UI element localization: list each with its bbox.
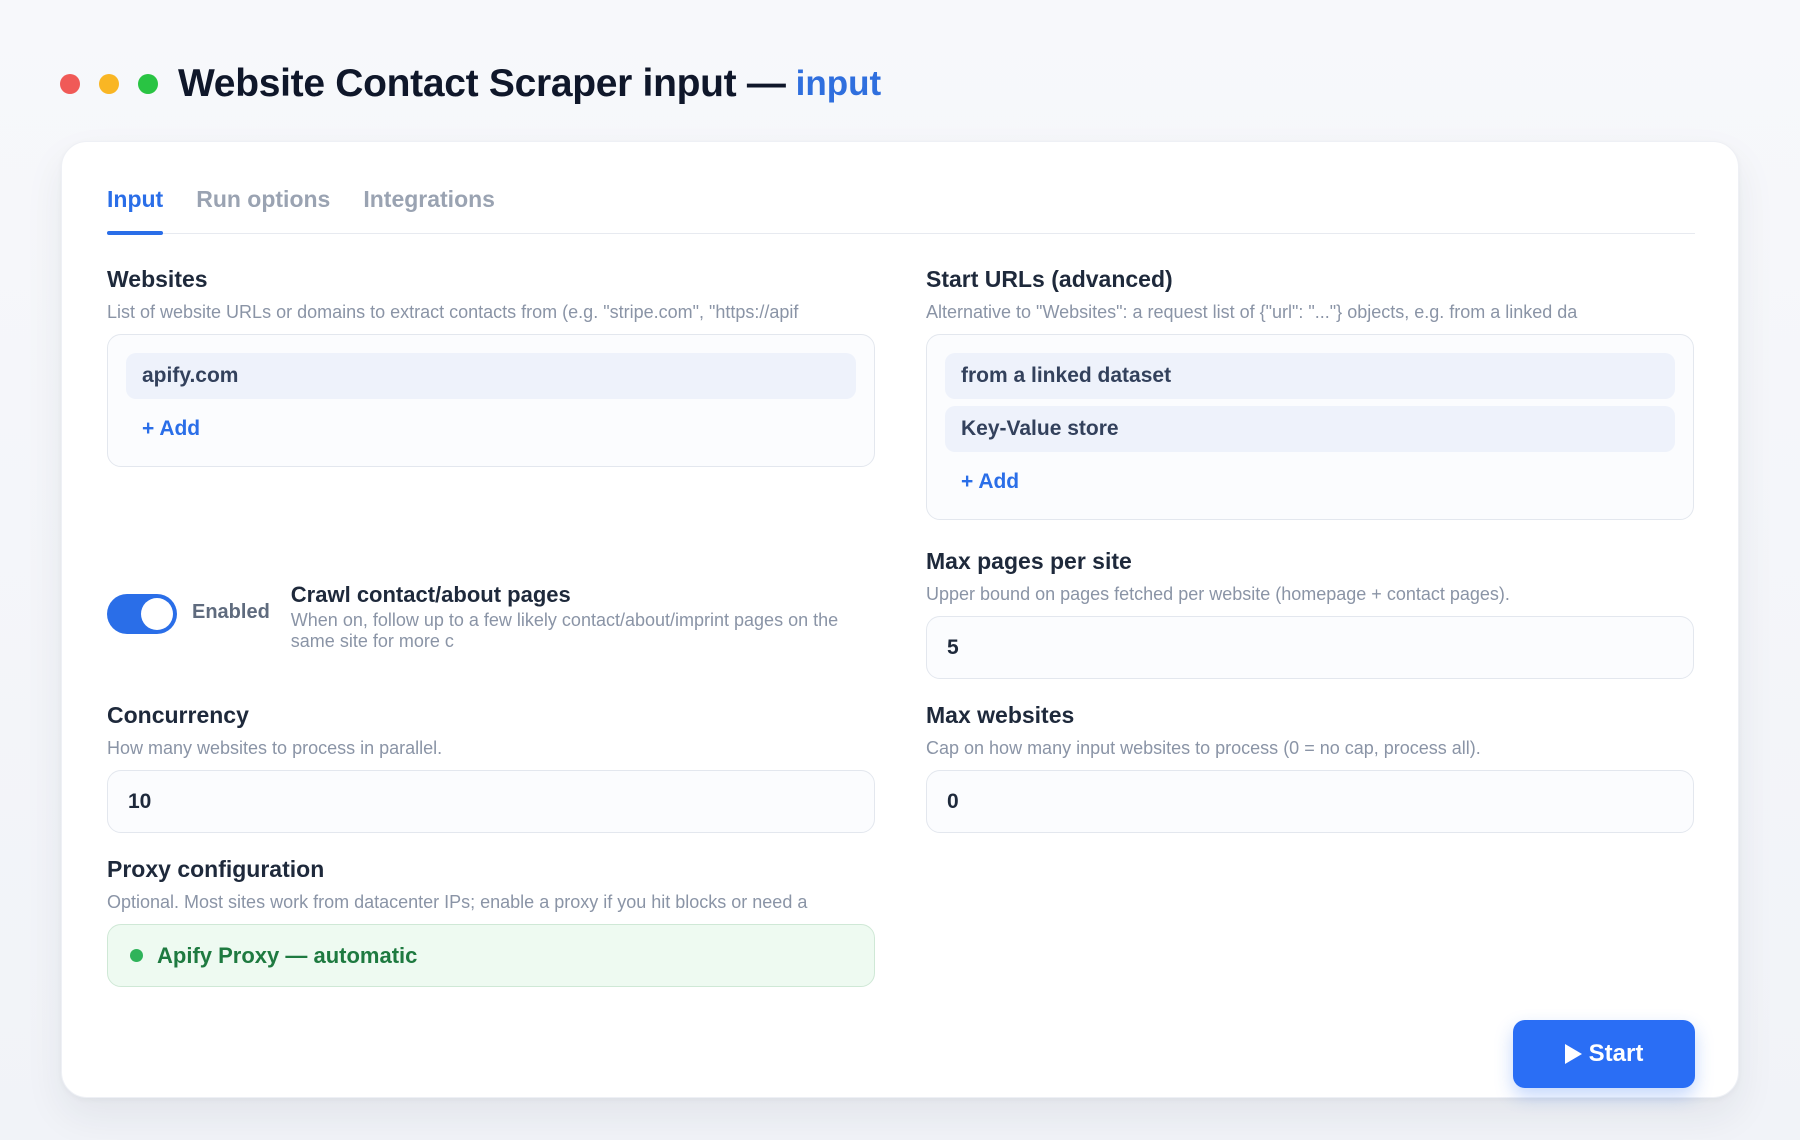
max-pages-label: Max pages per site — [926, 548, 1132, 574]
tab-integrations[interactable]: Integrations — [363, 172, 495, 234]
max-websites-input[interactable]: 0 — [926, 770, 1694, 833]
start-urls-label: Start URLs (advanced) — [926, 266, 1173, 292]
max-pages-input[interactable]: 5 — [926, 616, 1694, 679]
website-item[interactable]: apify.com — [126, 353, 856, 399]
play-icon — [1564, 1044, 1582, 1064]
window-title: Website Contact Scraper input — — [178, 62, 786, 105]
websites-label: Websites — [107, 266, 208, 292]
start-urls-description: Alternative to "Websites": a request lis… — [926, 302, 1578, 322]
maximize-window-icon[interactable] — [138, 74, 158, 94]
start-urls-add-button[interactable]: + Add — [945, 459, 1675, 505]
concurrency-field: Concurrency How many websites to process… — [107, 702, 877, 833]
proxy-label: Proxy configuration — [107, 856, 325, 882]
max-websites-field: Max websites Cap on how many input websi… — [926, 702, 1696, 833]
crawl-contact-row: Enabled Crawl contact/about pages When o… — [107, 582, 877, 652]
concurrency-input[interactable]: 10 — [107, 770, 875, 833]
start-url-item[interactable]: Key-Value store — [945, 406, 1675, 452]
crawl-contact-title: Crawl contact/about pages — [290, 582, 571, 607]
tab-input[interactable]: Input — [107, 172, 164, 235]
tab-bar: Input Run options Integrations — [107, 172, 1695, 235]
close-window-icon[interactable] — [60, 74, 80, 94]
concurrency-label: Concurrency — [107, 702, 249, 728]
start-urls-list: from a linked dataset Key-Value store + … — [926, 334, 1694, 520]
start-urls-field: Start URLs (advanced) Alternative to "We… — [926, 266, 1696, 520]
crawl-contact-state: Enabled — [192, 601, 270, 623]
window-title-accent: input — [795, 64, 882, 103]
proxy-description: Optional. Most sites work from datacente… — [107, 892, 808, 912]
start-button[interactable]: Start — [1513, 1020, 1695, 1088]
max-pages-description: Upper bound on pages fetched per website… — [926, 584, 1510, 604]
websites-field: Websites List of website URLs or domains… — [107, 266, 877, 467]
websites-add-button[interactable]: + Add — [126, 406, 856, 452]
start-button-label: Start — [1588, 1040, 1644, 1067]
crawl-contact-toggle[interactable] — [107, 594, 177, 634]
crawl-contact-text: Crawl contact/about pages When on, follo… — [291, 582, 871, 652]
input-form-card: Input Run options Integrations Websites … — [61, 141, 1739, 1098]
websites-description: List of website URLs or domains to extra… — [107, 302, 799, 322]
window-titlebar: Website Contact Scraper input — input — [60, 56, 881, 112]
proxy-field: Proxy configuration Optional. Most sites… — [107, 856, 877, 987]
websites-list: apify.com + Add — [107, 334, 875, 467]
max-websites-description: Cap on how many input websites to proces… — [926, 738, 1481, 758]
concurrency-description: How many websites to process in parallel… — [107, 738, 443, 758]
proxy-status-dot-icon — [130, 949, 143, 962]
start-url-item[interactable]: from a linked dataset — [945, 353, 1675, 399]
max-pages-field: Max pages per site Upper bound on pages … — [926, 548, 1696, 679]
tab-run-options[interactable]: Run options — [196, 172, 330, 234]
max-websites-label: Max websites — [926, 702, 1075, 728]
proxy-selector[interactable]: Apify Proxy — automatic — [107, 924, 875, 987]
proxy-value: Apify Proxy — automatic — [157, 942, 418, 968]
crawl-contact-description: When on, follow up to a few likely conta… — [290, 610, 839, 651]
minimize-window-icon[interactable] — [99, 74, 119, 94]
toggle-knob — [141, 598, 173, 630]
